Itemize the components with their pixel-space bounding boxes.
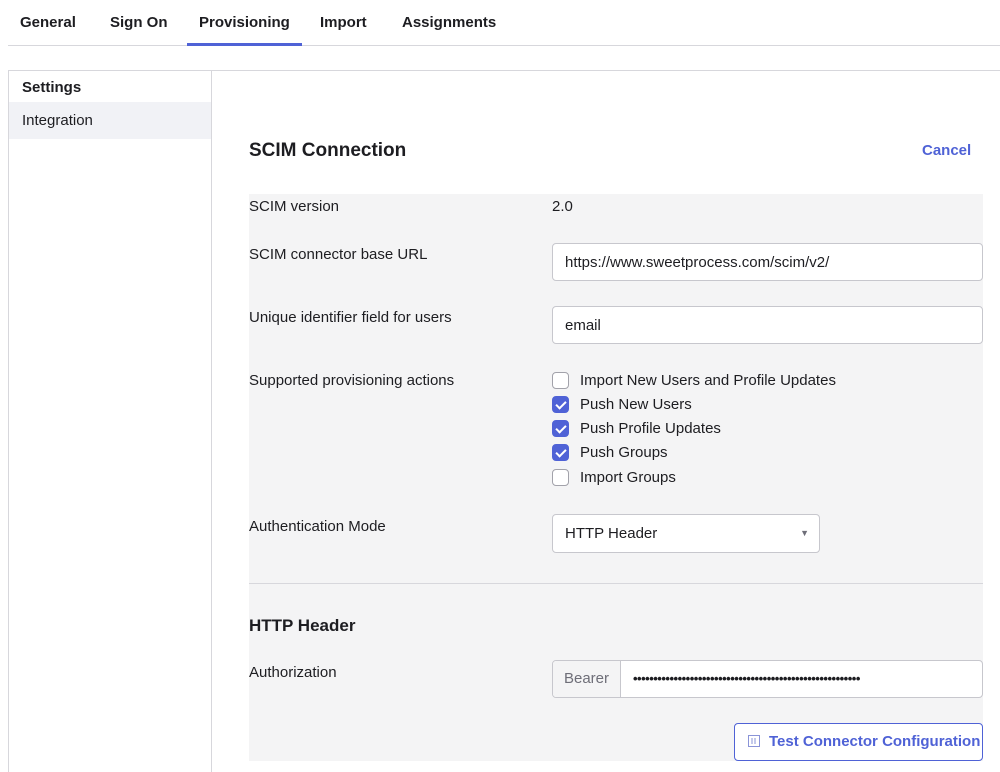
section-divider bbox=[249, 583, 983, 584]
checkbox-label: Push Profile Updates bbox=[580, 420, 721, 437]
checkbox[interactable] bbox=[552, 396, 569, 413]
checkbox-label: Push New Users bbox=[580, 396, 692, 413]
checkbox[interactable] bbox=[552, 372, 569, 389]
test-connector-button[interactable]: Test Connector Configuration bbox=[734, 723, 983, 761]
provisioning-actions-label: Supported provisioning actions bbox=[249, 372, 455, 389]
connector-test-icon bbox=[748, 735, 760, 747]
test-connector-label: Test Connector Configuration bbox=[769, 733, 981, 750]
checkbox[interactable] bbox=[552, 469, 569, 486]
sidebar-item-integration[interactable]: Integration bbox=[9, 102, 211, 139]
base-url-label: SCIM connector base URL bbox=[249, 246, 428, 263]
tab-assignments[interactable]: Assignments bbox=[390, 0, 508, 46]
auth-mode-select[interactable]: HTTP Header ▼ bbox=[552, 514, 820, 553]
scim-version-label: SCIM version bbox=[249, 198, 340, 215]
http-header-title: HTTP Header bbox=[249, 616, 356, 635]
auth-mode-label: Authentication Mode bbox=[249, 518, 386, 535]
unique-id-field[interactable] bbox=[552, 306, 983, 344]
checkbox-label: Import New Users and Profile Updates bbox=[580, 372, 836, 389]
authorization-field[interactable]: Bearer •••••••••••••••••••••••••••••••••… bbox=[552, 660, 983, 698]
tab-sign-on[interactable]: Sign On bbox=[98, 0, 180, 46]
cancel-button[interactable]: Cancel bbox=[922, 142, 971, 159]
tab-import[interactable]: Import bbox=[308, 0, 379, 46]
section-title: SCIM Connection bbox=[249, 140, 407, 161]
settings-sidebar: Settings Integration bbox=[9, 71, 212, 772]
sidebar-title: Settings bbox=[22, 79, 82, 96]
scim-version-value: 2.0 bbox=[552, 198, 573, 215]
base-url-field[interactable] bbox=[552, 243, 983, 281]
tab-bar: General Sign On Provisioning Import Assi… bbox=[8, 0, 1000, 46]
authorization-prefix: Bearer bbox=[553, 661, 621, 697]
checkbox[interactable] bbox=[552, 444, 569, 461]
authorization-token[interactable]: ••••••••••••••••••••••••••••••••••••••••… bbox=[633, 661, 973, 697]
chevron-down-icon: ▼ bbox=[800, 528, 809, 538]
auth-mode-value: HTTP Header bbox=[565, 525, 658, 542]
checkbox[interactable] bbox=[552, 420, 569, 437]
tab-provisioning[interactable]: Provisioning bbox=[187, 0, 302, 46]
checkbox-label: Import Groups bbox=[580, 469, 676, 486]
checkbox-label: Push Groups bbox=[580, 444, 668, 461]
tab-general[interactable]: General bbox=[8, 0, 88, 46]
unique-id-label: Unique identifier field for users bbox=[249, 309, 452, 326]
authorization-label: Authorization bbox=[249, 664, 337, 681]
